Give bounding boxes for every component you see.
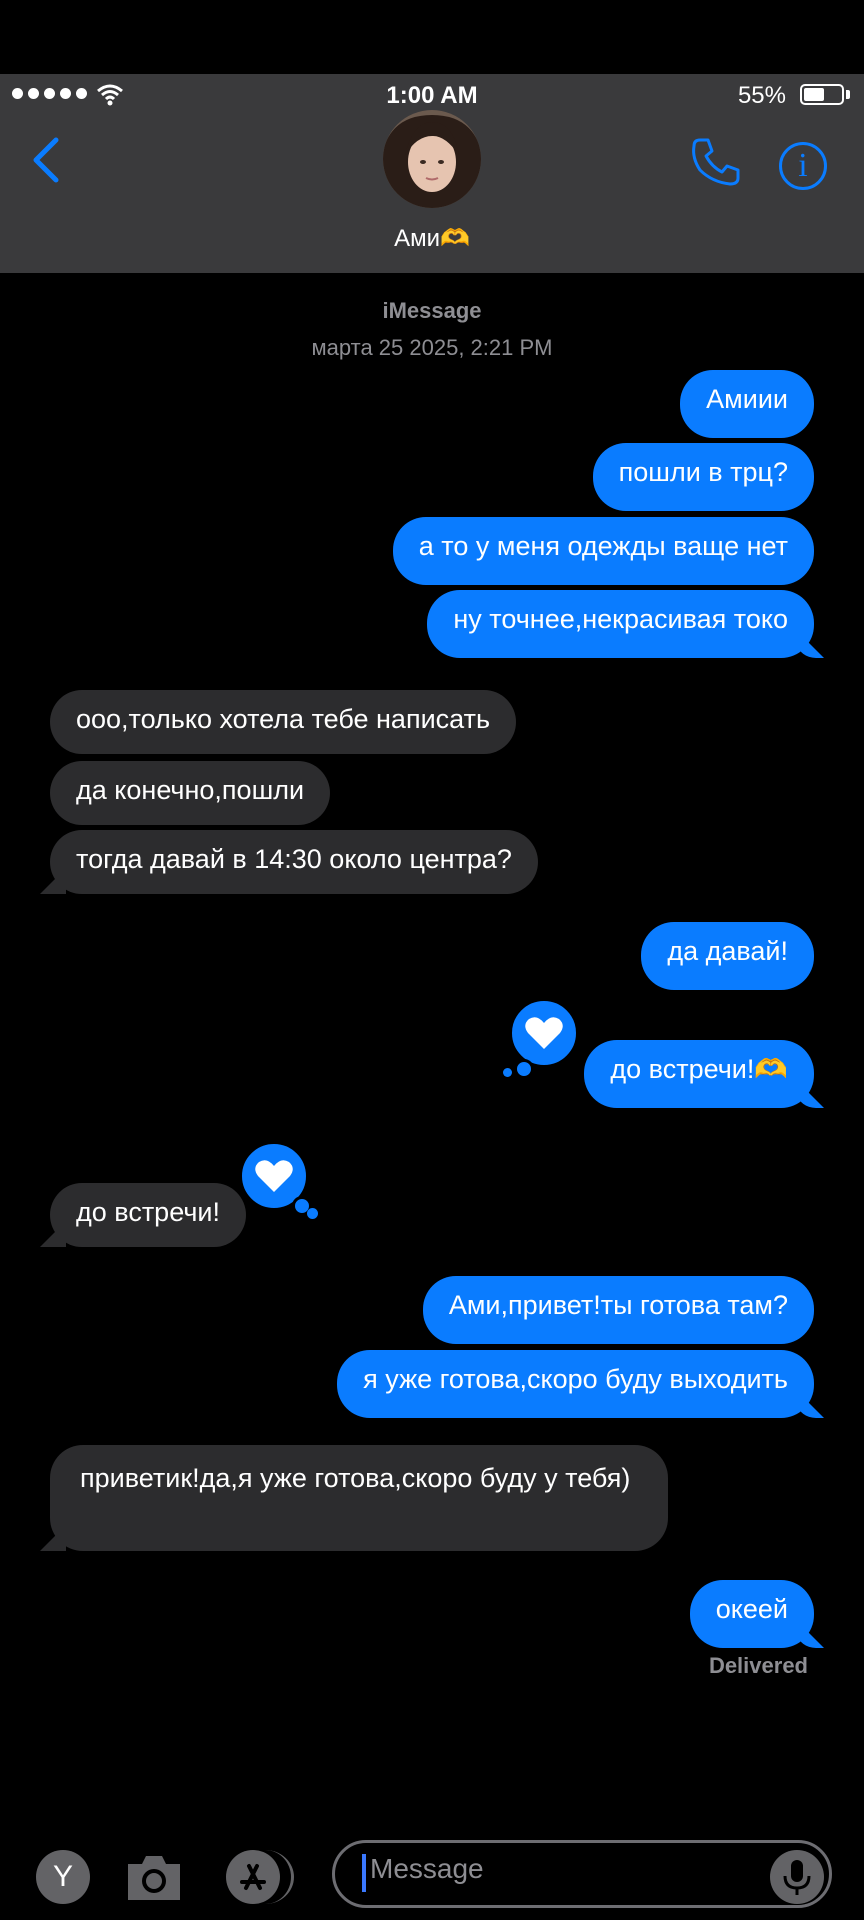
delivered-status: Delivered	[708, 1653, 808, 1678]
message-bubble-outgoing[interactable]: да давай!	[641, 922, 814, 990]
message-bubble-outgoing[interactable]: я уже готова,скоро буду выходить	[337, 1350, 814, 1418]
battery-percent: 55%	[737, 82, 786, 109]
service-label: iMessage	[382, 298, 482, 323]
tapback-dot	[514, 1059, 534, 1079]
info-icon[interactable]: i	[779, 142, 827, 190]
message-bubble-outgoing[interactable]: до встречи!🫶	[584, 1040, 814, 1108]
message-input-placeholder: Message	[370, 1853, 484, 1884]
tapback-dot	[307, 1208, 318, 1219]
message-bubble-outgoing[interactable]: пошли в трц?	[592, 443, 814, 511]
avatar[interactable]	[383, 110, 481, 208]
message-bubble-outgoing[interactable]: Ами,привет!ты готова там?	[422, 1276, 814, 1344]
message-bubble-outgoing[interactable]: Амиии	[680, 370, 814, 438]
message-bubble-incoming[interactable]: тогда давай в 14:30 около центра?	[50, 830, 538, 894]
message-bubble-incoming[interactable]: да конечно,пошли	[50, 761, 331, 825]
conversation-header: 1:00 AM 55% Ами🫶 i	[0, 74, 864, 273]
apps-button[interactable]: Y	[36, 1850, 90, 1904]
phone-icon[interactable]	[690, 136, 742, 188]
status-time: 1:00 AM	[386, 82, 478, 109]
heart-icon	[525, 1017, 563, 1049]
heart-icon	[255, 1160, 293, 1192]
message-bubble-incoming[interactable]: ооо,только хотела тебе написать	[50, 690, 517, 754]
tapback-dot	[503, 1068, 512, 1077]
conversation-timestamp: марта 25 2025, 2:21 PM	[311, 335, 553, 360]
tapback-heart[interactable]	[508, 997, 580, 1069]
message-bubble-outgoing[interactable]: ну точнее,некрасивая токо	[427, 590, 814, 658]
microphone-icon[interactable]	[770, 1850, 824, 1904]
back-chevron-icon[interactable]	[28, 136, 64, 184]
contact-name[interactable]: Ами🫶	[0, 224, 864, 253]
message-bubble-outgoing[interactable]: а то у меня одежды ваще нет	[392, 517, 814, 585]
message-bubble-outgoing[interactable]: океей	[689, 1580, 814, 1648]
message-bubble-incoming[interactable]: приветик!да,я уже готова,скоро буду у те…	[50, 1445, 668, 1551]
camera-icon[interactable]	[124, 1850, 184, 1904]
message-bubble-incoming[interactable]: до встречи!	[50, 1183, 246, 1247]
app-store-icon[interactable]	[226, 1850, 280, 1904]
battery-icon	[800, 84, 844, 105]
text-cursor	[362, 1854, 366, 1892]
